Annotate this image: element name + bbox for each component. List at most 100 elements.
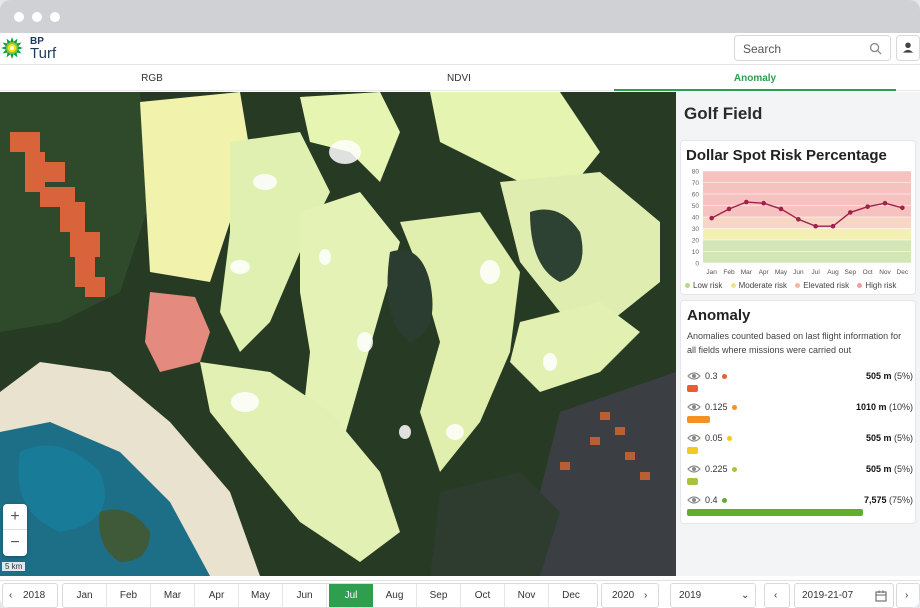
tab-anomaly[interactable]: Anomaly: [614, 66, 896, 91]
month-selector: Jan Feb Mar Apr May Jun Jul Aug Sep Oct …: [62, 583, 598, 608]
x-tick-label: May: [775, 269, 788, 276]
month-feb[interactable]: Feb: [107, 584, 151, 607]
y-tick-label: 20: [692, 238, 700, 245]
panel-title: Golf Field: [684, 104, 763, 123]
anomaly-bar: [687, 478, 913, 485]
zoom-out-button[interactable]: −: [3, 530, 27, 556]
zoom-control: + −: [3, 504, 27, 556]
month-dec[interactable]: Dec: [549, 584, 593, 607]
app-window: BP Turf RGB NDVI Anomaly: [0, 0, 920, 608]
month-aug[interactable]: Aug: [373, 584, 417, 607]
month-apr[interactable]: Apr: [195, 584, 239, 607]
prev-year-button[interactable]: ‹ 2018: [2, 583, 58, 608]
anomaly-row: 0.125 1010 m (10%): [687, 402, 913, 432]
anomaly-row: 0.4 7,575 (75%): [687, 495, 913, 525]
y-tick-label: 30: [692, 226, 700, 233]
anomaly-value: 0.125: [705, 402, 737, 412]
anomaly-color-dot: [721, 374, 727, 380]
anomaly-description: Anomalies counted based on last flight i…: [687, 331, 902, 355]
eye-icon[interactable]: [687, 402, 701, 412]
y-tick-label: 0: [695, 261, 699, 268]
anomaly-bar-fill: [687, 447, 699, 454]
anomaly-row: 0.05 505 m (5%): [687, 433, 913, 463]
anomaly-row: 0.3 505 m (5%): [687, 371, 913, 401]
anomaly-row: 0.225 505 m (5%): [687, 464, 913, 494]
search-box: [734, 35, 891, 61]
month-mar[interactable]: Mar: [151, 584, 195, 607]
x-tick-label: Apr: [759, 269, 770, 276]
data-point: [761, 200, 766, 206]
legend-swatch: [857, 283, 863, 289]
anomaly-color-dot: [731, 467, 737, 473]
eye-icon[interactable]: [687, 371, 701, 381]
chevron-left-icon: ‹: [774, 590, 778, 601]
data-point: [848, 210, 853, 215]
prev-year-label: 2018: [23, 590, 46, 601]
risk-chart-card: Dollar Spot Risk Percentage 80 70 60 50 40 30…: [680, 140, 916, 295]
month-sep[interactable]: Sep: [417, 584, 461, 607]
risk-band: [703, 228, 911, 240]
anomaly-bar-fill: [687, 509, 864, 516]
y-tick-label: 80: [692, 169, 700, 176]
legend-swatch: [795, 283, 801, 289]
risk-line-chart: 80 70 60 50 40 30 20 10 0 Jan Feb Mar Apr May Jun Jul Au…: [692, 169, 911, 276]
user-icon: [902, 42, 914, 53]
window-dot[interactable]: [32, 12, 42, 22]
zoom-in-button[interactable]: +: [3, 504, 27, 530]
y-tick-label: 40: [692, 215, 700, 222]
x-tick-label: Oct: [863, 269, 873, 276]
anomaly-bar-fill: [687, 478, 699, 485]
anomaly-distance: 505 m (5%): [865, 371, 913, 381]
next-date-button[interactable]: ›: [896, 583, 920, 608]
anomaly-value: 0.4: [705, 495, 727, 505]
field-panel: Golf Field Dollar Spot Risk Percentage 8…: [676, 92, 920, 576]
anomaly-color-dot: [726, 436, 732, 442]
month-jun[interactable]: Jun: [283, 584, 327, 607]
window-dot[interactable]: [14, 12, 24, 22]
anomaly-color-dot: [721, 498, 727, 504]
chevron-right-icon: ›: [905, 590, 909, 601]
legend-item: Elevated risk: [795, 281, 849, 290]
x-tick-label: Jun: [793, 269, 804, 276]
anomaly-distance: 1010 m (10%): [855, 402, 913, 412]
anomaly-color-dot: [731, 405, 737, 411]
year-select[interactable]: 2019 ⌄: [670, 583, 756, 608]
tab-ndvi[interactable]: NDVI: [306, 66, 612, 91]
next-year-button[interactable]: 2020 ›: [601, 583, 659, 608]
bp-helios-logo-icon[interactable]: [0, 36, 24, 60]
y-tick-label: 60: [692, 192, 700, 199]
eye-icon[interactable]: [687, 464, 701, 474]
x-tick-label: Sep: [845, 269, 857, 276]
month-jul[interactable]: Jul: [329, 584, 373, 607]
map-imagery[interactable]: [0, 92, 676, 576]
eye-icon[interactable]: [687, 433, 701, 443]
anomaly-title: Anomaly: [687, 307, 751, 324]
anomaly-bar-fill: [687, 385, 699, 392]
window-dot[interactable]: [50, 12, 60, 22]
user-button[interactable]: [896, 35, 920, 61]
prev-date-button[interactable]: ‹: [764, 583, 790, 608]
tab-rgb[interactable]: RGB: [0, 66, 304, 91]
map-scale: 5 km: [2, 562, 26, 571]
month-nov[interactable]: Nov: [505, 584, 549, 607]
search-input[interactable]: [743, 40, 863, 57]
anomaly-value: 0.3: [705, 371, 727, 381]
date-picker[interactable]: 2019-21-07: [794, 583, 894, 608]
date-timeline: ‹ 2018 Jan Feb Mar Apr May Jun Jul Aug S…: [0, 580, 920, 608]
brand-product: Turf: [30, 45, 57, 62]
anomaly-card: Anomaly Anomalies counted based on last …: [680, 300, 916, 524]
satellite-map[interactable]: + − 5 km: [0, 92, 676, 576]
anomaly-value: 0.05: [705, 433, 732, 443]
x-tick-label: Jul: [812, 269, 821, 276]
eye-icon[interactable]: [687, 495, 701, 505]
year-select-value: 2019: [679, 590, 702, 601]
month-oct[interactable]: Oct: [461, 584, 505, 607]
search-icon[interactable]: [869, 42, 882, 55]
y-tick-label: 10: [692, 249, 700, 256]
month-may[interactable]: May: [239, 584, 283, 607]
month-jan[interactable]: Jan: [63, 584, 107, 607]
x-tick-label: Aug: [827, 269, 839, 276]
next-year-label: 2020: [612, 590, 635, 601]
data-point: [830, 223, 836, 229]
anomaly-bar: [687, 447, 913, 454]
